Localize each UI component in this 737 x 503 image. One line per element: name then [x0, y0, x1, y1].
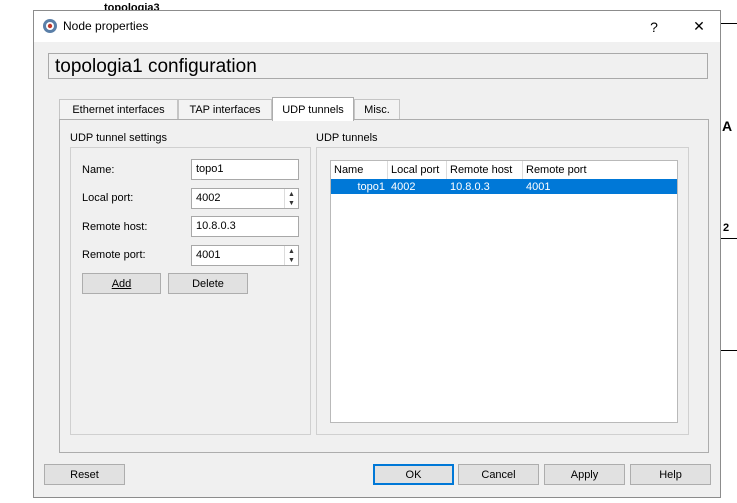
ok-button[interactable]: OK [373, 464, 454, 485]
tab-misc[interactable]: Misc. [354, 99, 400, 120]
help-icon[interactable]: ? [632, 11, 676, 42]
chevron-down-icon[interactable]: ▼ [288, 257, 295, 264]
config-title: topologia1 configuration [55, 56, 257, 77]
column-header-local-port[interactable]: Local port [388, 161, 447, 179]
apply-button[interactable]: Apply [544, 464, 625, 485]
chevron-up-icon[interactable]: ▲ [288, 191, 295, 198]
local-port-label: Local port: [82, 192, 134, 204]
column-header-name[interactable]: Name [331, 161, 388, 179]
settings-group-title: UDP tunnel settings [70, 132, 168, 144]
cell-remote-port: 4001 [526, 180, 551, 193]
background-link-line [721, 350, 737, 351]
close-icon[interactable]: ✕ [677, 11, 721, 42]
remote-host-label: Remote host: [82, 221, 148, 233]
tab-tap-interfaces[interactable]: TAP interfaces [178, 99, 272, 120]
cell-name: topo1 [357, 180, 385, 193]
tab-udp-tunnels[interactable]: UDP tunnels [272, 97, 354, 121]
chevron-down-icon[interactable]: ▼ [288, 200, 295, 207]
table-header: Name Local port Remote host Remote port [331, 161, 677, 180]
local-port-stepper[interactable]: 4002 ▲ ▼ [191, 188, 299, 209]
add-button[interactable]: Add [82, 273, 161, 294]
stepper-arrows[interactable]: ▲ ▼ [284, 246, 298, 265]
background-label-2: 2 [723, 222, 730, 234]
column-header-remote-port[interactable]: Remote port [523, 161, 677, 179]
cancel-button[interactable]: Cancel [458, 464, 539, 485]
node-properties-dialog: Node properties ? ✕ topologia1 configura… [33, 10, 721, 498]
local-port-value: 4002 [196, 192, 221, 204]
remote-port-label: Remote port: [82, 249, 146, 261]
window-title: Node properties [63, 19, 149, 33]
tab-ethernet-interfaces[interactable]: Ethernet interfaces [59, 99, 178, 120]
table-row[interactable]: topo1 4002 10.8.0.3 4001 [331, 179, 677, 194]
tunnels-group-title: UDP tunnels [316, 132, 378, 144]
column-header-remote-host[interactable]: Remote host [447, 161, 523, 179]
title-bar: Node properties ? ✕ [34, 11, 720, 42]
stepper-arrows[interactable]: ▲ ▼ [284, 189, 298, 208]
reset-button[interactable]: Reset [44, 464, 125, 485]
name-label: Name: [82, 164, 115, 176]
udp-tunnels-table[interactable]: Name Local port Remote host Remote port … [330, 160, 678, 423]
cell-local-port: 4002 [391, 180, 416, 193]
background-link-line [721, 23, 737, 24]
remote-host-field[interactable]: 10.8.0.3 [191, 216, 299, 237]
background-label-a: A [722, 118, 733, 134]
help-button[interactable]: Help [630, 464, 711, 485]
remote-port-stepper[interactable]: 4001 ▲ ▼ [191, 245, 299, 266]
chevron-up-icon[interactable]: ▲ [288, 248, 295, 255]
cell-remote-host: 10.8.0.3 [450, 180, 490, 193]
remote-port-value: 4001 [196, 249, 221, 261]
config-title-box: topologia1 configuration [48, 53, 708, 79]
name-field[interactable]: topo1 [191, 159, 299, 180]
delete-button[interactable]: Delete [168, 273, 248, 294]
background-link-line [721, 238, 737, 239]
app-icon [43, 19, 57, 33]
